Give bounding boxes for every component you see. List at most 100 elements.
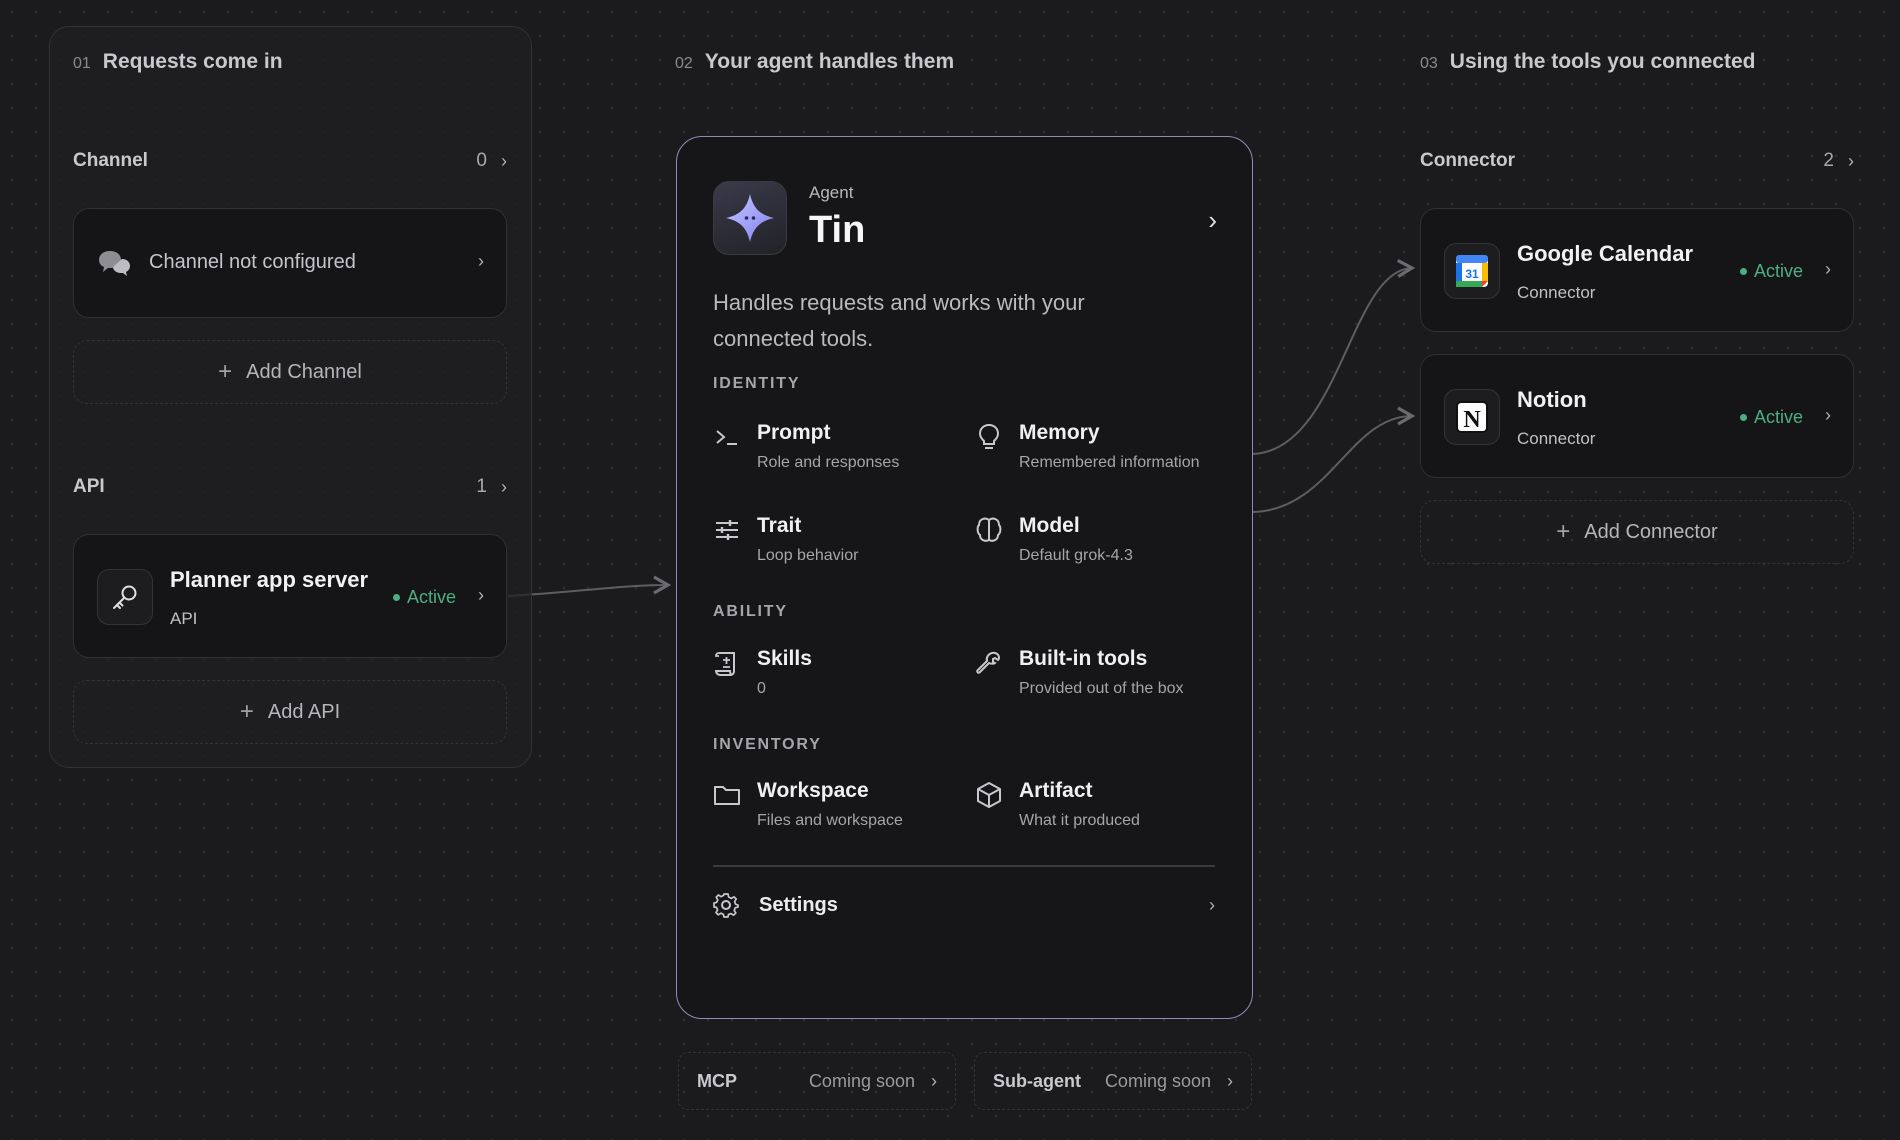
plus-icon: + [239, 698, 254, 725]
item-subtitle: Loop behavior [757, 547, 859, 564]
channel-section-header[interactable]: Channel 0 › [73, 150, 507, 172]
plus-icon: + [218, 358, 233, 385]
item-trait[interactable]: Trait Loop behavior [713, 514, 858, 565]
settings-row[interactable]: Settings › [713, 881, 1215, 929]
chevron-right-icon: › [1209, 894, 1215, 915]
add-connector-label: Add Connector [1584, 520, 1718, 543]
connector-label: Connector [1420, 150, 1515, 171]
item-title: Memory [1019, 421, 1100, 444]
connector-subtitle: Connector [1517, 429, 1596, 448]
item-prompt[interactable]: Prompt Role and responses [713, 421, 899, 472]
status-text: Active [1753, 407, 1803, 427]
step-number: 02 [675, 55, 693, 72]
step-number: 01 [73, 55, 91, 72]
status-badge: Active [1739, 261, 1803, 282]
connector-title: Notion [1517, 387, 1587, 412]
item-subtitle: Provided out of the box [1019, 680, 1184, 697]
add-api-button[interactable]: + Add API [73, 680, 507, 744]
item-title: Prompt [757, 421, 831, 444]
coming-name: MCP [697, 1070, 737, 1091]
api-to-agent-line [507, 575, 672, 597]
sliders-icon [713, 516, 741, 544]
item-title: Built-in tools [1019, 647, 1148, 670]
section-identity: IDENTITY [713, 375, 801, 392]
item-workspace[interactable]: Workspace Files and workspace [713, 779, 903, 830]
item-builtin-tools[interactable]: Built-in tools Provided out of the box [975, 647, 1184, 698]
chevron-right-icon: › [501, 476, 507, 497]
notion-badge: N [1463, 407, 1481, 433]
section-inventory: INVENTORY [713, 736, 822, 753]
folder-icon [713, 781, 741, 809]
agent-to-notion-line [1252, 406, 1416, 513]
status-text: Active [1753, 261, 1803, 281]
chevron-right-icon: › [501, 150, 507, 171]
terminal-icon [713, 423, 741, 451]
connector-subtitle: Connector [1517, 283, 1596, 302]
agent-kicker: Agent [809, 183, 854, 202]
coming-status: Coming soon [808, 1070, 915, 1091]
status-badge: Active [1739, 407, 1803, 428]
item-title: Workspace [757, 779, 869, 802]
status-text: Active [406, 587, 456, 607]
agent-to-calendar-line [1252, 259, 1416, 455]
item-title: Artifact [1019, 779, 1093, 802]
chevron-right-icon: › [1208, 205, 1217, 235]
chevron-right-icon: › [1825, 405, 1831, 425]
gear-icon [713, 892, 745, 918]
chevron-right-icon: › [1848, 150, 1854, 171]
agent-avatar [713, 181, 787, 255]
section-ability: ABILITY [713, 603, 788, 620]
item-title: Skills [757, 647, 812, 670]
subagent-coming-soon[interactable]: Sub-agent Coming soon › [974, 1052, 1252, 1110]
item-subtitle: Remembered information [1019, 454, 1200, 471]
channel-empty-text: Channel not configured [149, 251, 356, 273]
chevron-right-icon: › [478, 251, 484, 271]
item-subtitle: Default grok-4.3 [1019, 547, 1133, 564]
connector-section-header[interactable]: Connector 2 › [1420, 150, 1854, 172]
coming-name: Sub-agent [993, 1070, 1081, 1091]
item-artifact[interactable]: Artifact What it produced [975, 779, 1140, 830]
lightbulb-icon [975, 423, 1003, 451]
mcp-coming-soon[interactable]: MCP Coming soon › [678, 1052, 956, 1110]
add-api-label: Add API [267, 700, 341, 723]
chevron-right-icon: › [931, 1070, 937, 1091]
channel-label: Channel [73, 150, 148, 171]
step-agent: 02 Your agent handles them [675, 50, 954, 74]
item-model[interactable]: Model Default grok-4.3 [975, 514, 1133, 565]
item-memory[interactable]: Memory Remembered information [975, 421, 1200, 472]
api-card-subtitle: API [170, 609, 198, 628]
chat-bubbles-icon [98, 249, 132, 284]
divider [713, 865, 1215, 867]
agent-description: Handles requests and works with your con… [713, 290, 1085, 351]
api-count: 1 [476, 476, 487, 497]
channel-empty-card[interactable]: Channel not configured › [73, 208, 507, 318]
item-title: Trait [757, 514, 802, 537]
channel-count: 0 [476, 150, 487, 171]
cube-icon [975, 781, 1003, 809]
step-title: Requests come in [102, 50, 283, 73]
step-requests: 01 Requests come in [73, 50, 283, 74]
step-number: 03 [1420, 55, 1438, 72]
add-connector-button[interactable]: + Add Connector [1420, 500, 1854, 564]
wrench-icon [975, 649, 1003, 677]
step-title: Using the tools you connected [1449, 50, 1756, 73]
notion-icon: N [1444, 389, 1500, 445]
item-subtitle: Role and responses [757, 454, 900, 471]
api-card-planner[interactable]: Planner app server API Active › [73, 534, 507, 658]
step-tools: 03 Using the tools you connected [1420, 50, 1756, 74]
agent-card: Agent Tin › Handles requests and works w… [676, 136, 1253, 1019]
item-skills[interactable]: Skills 0 [713, 647, 812, 698]
api-section-header[interactable]: API 1 › [73, 476, 507, 498]
agent-header[interactable]: Agent Tin › [713, 181, 1217, 261]
agent-name: Tin [809, 209, 866, 251]
chevron-right-icon: › [1227, 1070, 1233, 1091]
chevron-right-icon: › [478, 585, 484, 605]
add-channel-button[interactable]: + Add Channel [73, 340, 507, 404]
connector-card-notion[interactable]: N Notion Connector Active › [1420, 354, 1854, 478]
brain-icon [975, 516, 1003, 544]
calendar-badge: 31 [1465, 267, 1479, 281]
coming-status: Coming soon [1104, 1070, 1211, 1091]
connector-title: Google Calendar [1517, 241, 1694, 266]
key-icon [97, 569, 153, 625]
connector-card-google-calendar[interactable]: 31 Google Calendar Connector Active › [1420, 208, 1854, 332]
